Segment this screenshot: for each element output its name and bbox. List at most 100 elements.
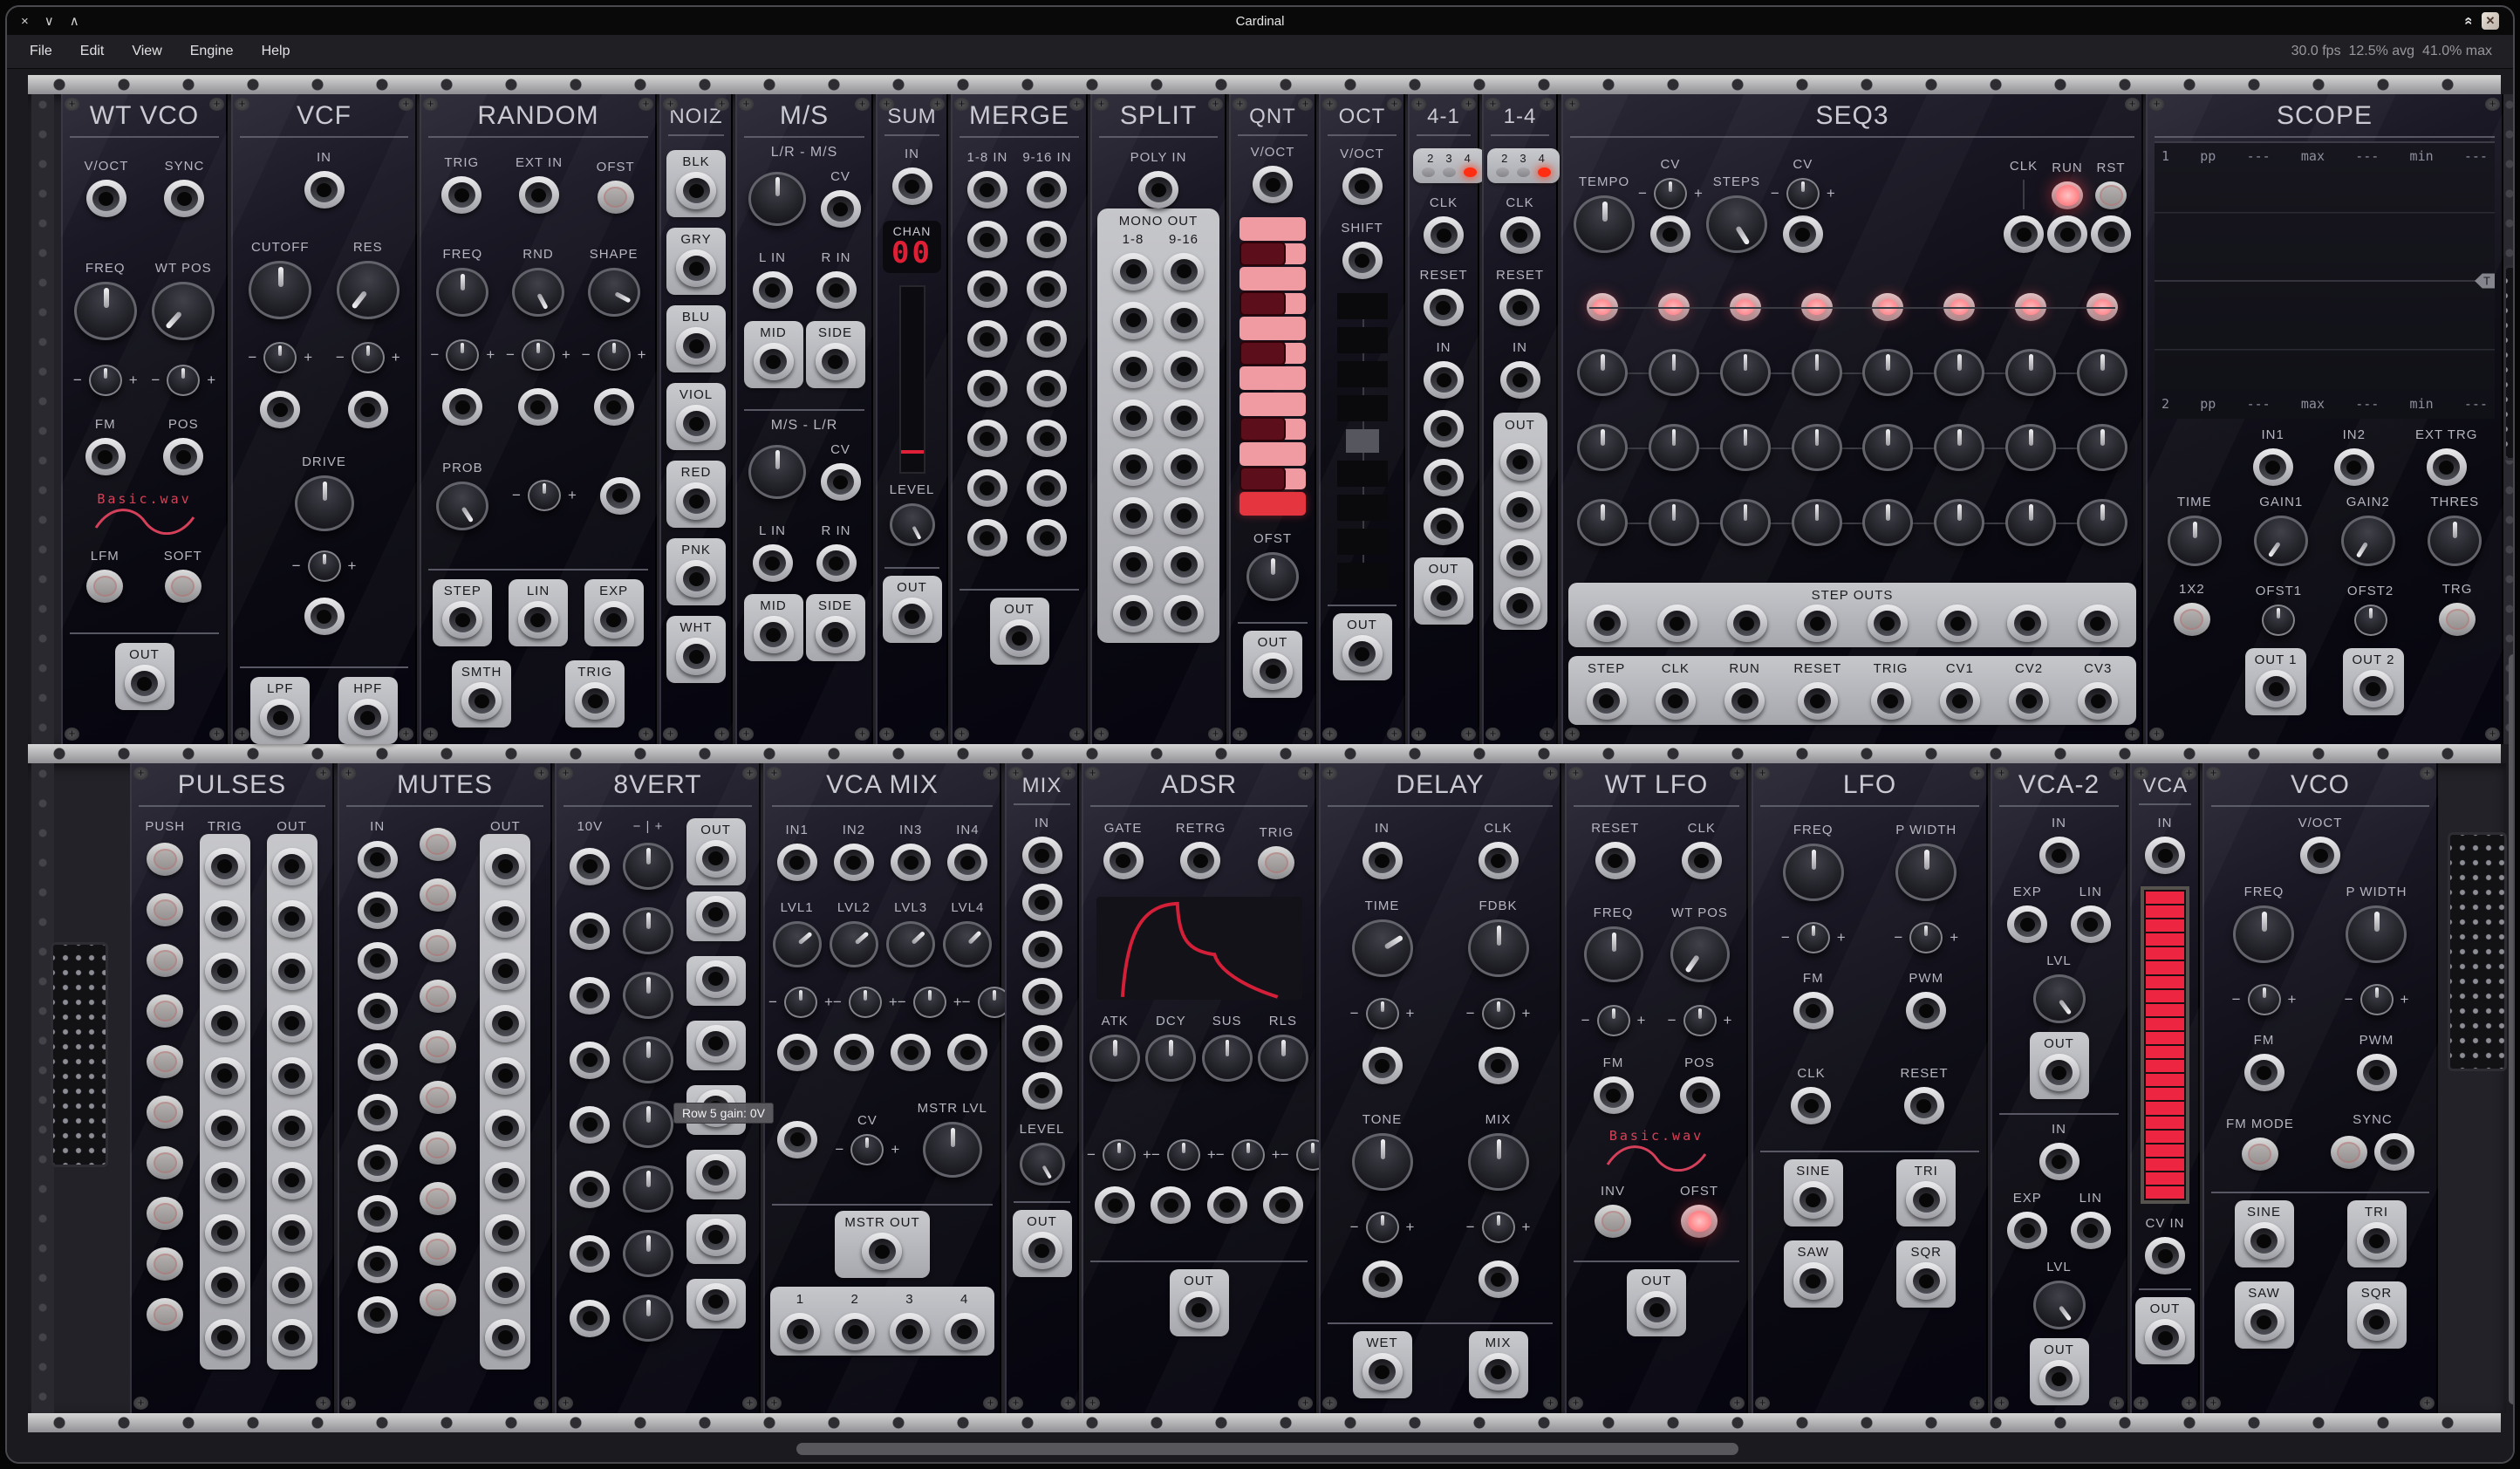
knob[interactable] — [623, 1295, 673, 1342]
jack-port[interactable] — [891, 1034, 931, 1071]
jack-port[interactable] — [2039, 837, 2080, 874]
jack-port[interactable] — [1595, 842, 1636, 879]
jack-port[interactable] — [1587, 682, 1627, 720]
knob[interactable] — [1574, 195, 1635, 253]
knob[interactable] — [1468, 919, 1529, 977]
knob[interactable] — [890, 503, 935, 546]
jack-port[interactable] — [1937, 605, 1977, 642]
led-button[interactable] — [147, 1146, 183, 1179]
knob[interactable] — [337, 261, 400, 319]
led-button[interactable] — [2439, 603, 2476, 636]
jack-port[interactable] — [485, 1162, 525, 1199]
knob[interactable] — [1720, 424, 1771, 471]
led-button[interactable] — [1258, 846, 1294, 879]
jack-port[interactable] — [1253, 166, 1293, 203]
jack-port[interactable] — [676, 405, 716, 442]
jack-port[interactable] — [485, 1267, 525, 1304]
jack-port[interactable] — [816, 271, 857, 309]
jack-port[interactable] — [2357, 1303, 2397, 1341]
knob[interactable] — [623, 1165, 673, 1213]
octave-step[interactable] — [1337, 327, 1388, 353]
jack-port[interactable] — [2091, 215, 2131, 253]
jack-port[interactable] — [1000, 619, 1040, 657]
jack-port[interactable] — [2145, 1237, 2185, 1274]
knob[interactable] — [748, 172, 806, 226]
trim-knob[interactable] — [1366, 1212, 1399, 1243]
jack-port[interactable] — [304, 598, 345, 635]
jack-port[interactable] — [676, 638, 716, 675]
key-white[interactable] — [1240, 267, 1306, 290]
jack-port[interactable] — [1727, 605, 1767, 642]
knob[interactable] — [2341, 516, 2395, 566]
knob[interactable] — [1649, 349, 1699, 396]
jack-port[interactable] — [2244, 1054, 2284, 1091]
jack-port[interactable] — [519, 176, 559, 214]
jack-port[interactable] — [1022, 837, 1062, 874]
trim-knob[interactable] — [263, 342, 297, 373]
jack-port[interactable] — [1022, 978, 1062, 1015]
jack-port[interactable] — [2353, 670, 2394, 707]
jack-port[interactable] — [570, 1300, 610, 1337]
jack-port[interactable] — [163, 438, 203, 475]
trim-knob[interactable] — [850, 1134, 884, 1165]
jack-port[interactable] — [1022, 1232, 1062, 1269]
knob[interactable] — [249, 261, 311, 319]
jack-port[interactable] — [1180, 842, 1220, 879]
knob[interactable] — [588, 268, 640, 317]
led-button[interactable] — [147, 1298, 183, 1331]
jack-port[interactable] — [1362, 842, 1403, 879]
knob[interactable] — [1862, 499, 1913, 546]
jack-port[interactable] — [1113, 253, 1153, 290]
jack-port[interactable] — [2145, 837, 2185, 874]
knob[interactable] — [1577, 499, 1628, 546]
led-button[interactable] — [420, 1182, 456, 1215]
trim-knob[interactable] — [2354, 605, 2387, 636]
led-button[interactable] — [147, 1197, 183, 1230]
octave-ladder[interactable] — [1337, 293, 1388, 589]
jack-port[interactable] — [696, 840, 736, 878]
jack-port[interactable] — [967, 320, 1007, 358]
jack-port[interactable] — [1424, 216, 1464, 254]
jack-port[interactable] — [485, 900, 525, 938]
jack-port[interactable] — [2145, 1319, 2185, 1356]
trim-knob[interactable] — [1103, 1139, 1136, 1171]
jack-port[interactable] — [2009, 682, 2049, 720]
jack-port[interactable] — [816, 343, 856, 380]
menu-item-engine[interactable]: Engine — [176, 38, 248, 65]
jack-port[interactable] — [86, 180, 126, 217]
knob[interactable] — [1862, 349, 1913, 396]
jack-port[interactable] — [570, 1106, 610, 1144]
jack-port[interactable] — [1164, 351, 1204, 388]
trim-knob[interactable] — [522, 339, 555, 371]
jack-port[interactable] — [1027, 171, 1067, 208]
jack-port[interactable] — [485, 1005, 525, 1042]
knob[interactable] — [1934, 424, 1984, 471]
trim-knob[interactable] — [913, 987, 946, 1018]
knob[interactable] — [1783, 844, 1844, 901]
jack-port[interactable] — [485, 953, 525, 990]
jack-port[interactable] — [777, 1121, 817, 1158]
jack-port[interactable] — [816, 616, 856, 653]
jack-port[interactable] — [272, 1267, 312, 1304]
knob[interactable] — [152, 282, 215, 340]
jack-port[interactable] — [348, 391, 388, 428]
jack-port[interactable] — [1022, 1025, 1062, 1062]
led-button[interactable] — [420, 1131, 456, 1165]
jack-port[interactable] — [696, 1219, 736, 1256]
jack-port[interactable] — [1793, 992, 1834, 1029]
led-button[interactable] — [165, 570, 201, 603]
jack-port[interactable] — [835, 1313, 875, 1350]
jack-port[interactable] — [358, 942, 398, 980]
jack-port[interactable] — [358, 1296, 398, 1334]
knob[interactable] — [2254, 516, 2308, 566]
jack-port[interactable] — [676, 172, 716, 209]
jack-port[interactable] — [1113, 497, 1153, 535]
jack-port[interactable] — [2374, 1133, 2414, 1171]
trim-knob[interactable] — [446, 339, 479, 371]
knob[interactable] — [2233, 905, 2294, 963]
jack-port[interactable] — [85, 438, 126, 475]
jack-port[interactable] — [272, 953, 312, 990]
led-button[interactable] — [2095, 181, 2127, 209]
jack-port[interactable] — [1479, 842, 1519, 879]
knob[interactable] — [623, 907, 673, 954]
